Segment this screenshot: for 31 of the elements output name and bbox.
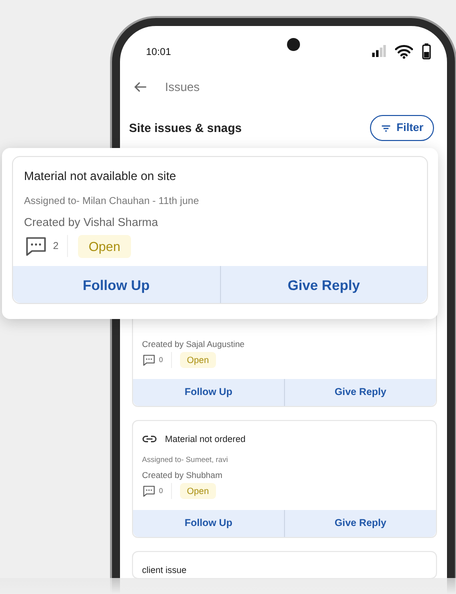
- action-button[interactable]: Give Reply: [285, 379, 436, 406]
- link-icon: [142, 435, 157, 443]
- action-button[interactable]: Follow Up: [133, 379, 285, 406]
- back-icon[interactable]: [134, 81, 147, 93]
- comment-icon: [142, 353, 156, 367]
- status-badge: Open: [180, 483, 216, 499]
- camera-icon: [287, 38, 300, 51]
- status-time: 10:01: [146, 46, 172, 58]
- filter-button[interactable]: Filter: [370, 115, 434, 141]
- action-button[interactable]: Give Reply: [220, 266, 427, 303]
- comment-icon: [142, 484, 156, 498]
- created-by-text: Created by Shubham: [141, 469, 224, 480]
- issue-title: Material not available on site: [23, 169, 178, 183]
- battery-icon: [422, 42, 431, 60]
- comment-count: 2: [53, 240, 59, 252]
- filter-icon: [380, 124, 391, 132]
- action-button[interactable]: Follow Up: [13, 266, 220, 303]
- assigned-text: Assigned to- Milan Chauhan - 11th june: [23, 195, 200, 207]
- page-title: Issues: [165, 80, 200, 94]
- wifi-icon: [395, 44, 413, 58]
- action-button[interactable]: Give Reply: [285, 510, 436, 537]
- section-title: Site issues & snags: [129, 121, 242, 135]
- signal-icon: [372, 45, 386, 57]
- created-by-text: Created by Sajal Augustine: [141, 338, 246, 349]
- comment-icon: [24, 234, 48, 258]
- action-button[interactable]: Follow Up: [133, 510, 285, 537]
- issue-title: Material not ordered: [165, 434, 246, 444]
- issue-title: client issue: [142, 565, 187, 575]
- status-badge: Open: [180, 352, 216, 368]
- created-by-text: Created by Vishal Sharma: [23, 216, 160, 229]
- status-badge: Open: [78, 234, 132, 258]
